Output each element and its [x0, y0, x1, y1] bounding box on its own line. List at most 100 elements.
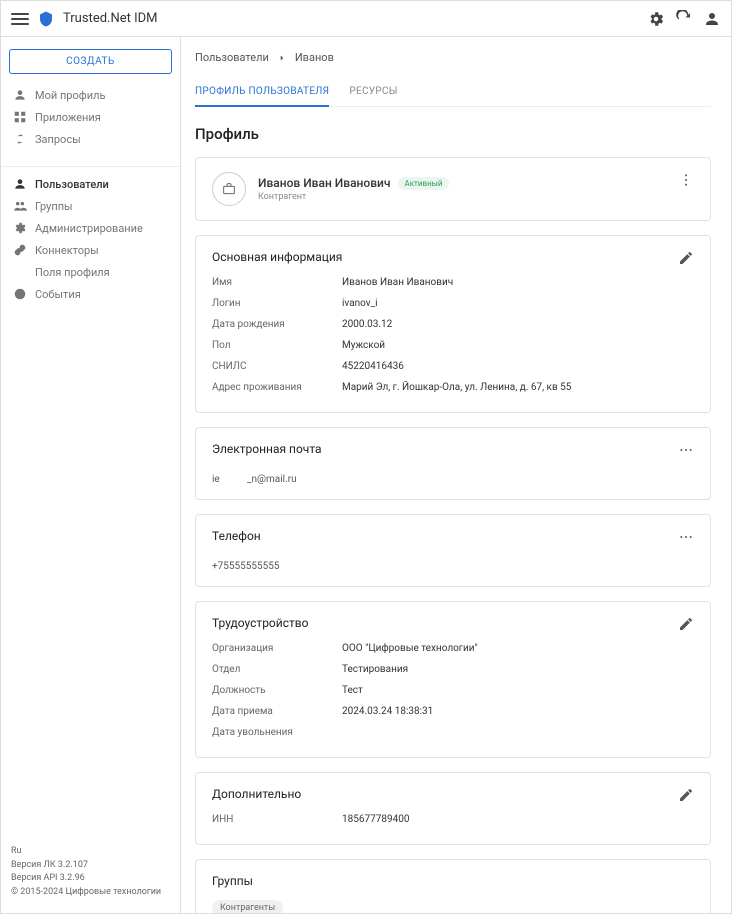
card-title: Трудоустройство — [212, 616, 308, 630]
kv-label: Дата увольнения — [212, 727, 342, 738]
card-head: Телефон — [212, 529, 694, 545]
kv-value: Мужской — [342, 340, 385, 351]
more-horiz-icon[interactable] — [678, 529, 694, 545]
create-button[interactable]: СОЗДАТЬ — [9, 49, 172, 74]
basic-info-card: Основная информация ИмяИванов Иван Ивано… — [195, 235, 711, 413]
kv-value: ivanov_i — [342, 298, 378, 309]
user-header-card: Иванов Иван Иванович Активный Контрагент — [195, 157, 711, 221]
sidebar-item-admin[interactable]: Администрирование — [1, 217, 180, 239]
kv-label: Имя — [212, 277, 342, 288]
app-title: Trusted.Net IDM — [63, 11, 158, 26]
sidebar-item-apps[interactable]: Приложения — [1, 106, 180, 128]
phone-value: +75555555555 — [212, 551, 694, 572]
kv-label: Организация — [212, 643, 342, 654]
email-value: ie _n@mail.ru — [212, 464, 694, 485]
account-icon[interactable] — [703, 10, 721, 28]
kv-value: Тест — [342, 685, 363, 696]
card-head: Трудоустройство — [212, 616, 694, 632]
kv-row: Дата увольнения — [212, 722, 694, 743]
sidebar-footer: Ru Версия ЛК 3.2.107 Версия API 3.2.96 ©… — [1, 839, 180, 905]
sidebar-item-requests[interactable]: Запросы — [1, 128, 180, 150]
list-icon — [13, 265, 27, 279]
sidebar-item-users[interactable]: Пользователи — [1, 173, 180, 195]
kv-value: ООО "Цифровые технологии" — [342, 643, 478, 654]
sidebar-item-events[interactable]: События — [1, 283, 180, 305]
settings-icon[interactable] — [647, 10, 665, 28]
sidebar-item-label: Группы — [35, 200, 73, 213]
kv-value: Марий Эл, г. Йошкар-Ола, ул. Ленина, д. … — [342, 382, 571, 393]
kv-row: Логинivanov_i — [212, 293, 694, 314]
kv-label: Дата рождения — [212, 319, 342, 330]
footer-ver-api: Версия API 3.2.96 — [11, 872, 170, 886]
kv-row: Дата приема2024.03.24 18:38:31 — [212, 701, 694, 722]
layout: СОЗДАТЬ Мой профиль Приложения Запросы П… — [1, 37, 731, 913]
user-icon — [13, 88, 27, 102]
card-title: Основная информация — [212, 250, 342, 264]
kv-row: ИмяИванов Иван Иванович — [212, 272, 694, 293]
edit-icon[interactable] — [678, 616, 694, 632]
edit-icon[interactable] — [678, 250, 694, 266]
groups-card: Группы Контрагенты — [195, 859, 711, 913]
briefcase-icon — [221, 181, 237, 197]
sidebar-item-profile[interactable]: Мой профиль — [1, 84, 180, 106]
tab-profile[interactable]: ПРОФИЛЬ ПОЛЬЗОВАТЕЛЯ — [195, 78, 329, 107]
card-head: Группы — [212, 874, 694, 888]
group-chip[interactable]: Контрагенты — [212, 900, 283, 913]
topbar-right — [647, 10, 721, 28]
kv-value: 2000.03.12 — [342, 319, 392, 330]
card-title: Группы — [212, 874, 253, 888]
kv-label: Адрес проживания — [212, 382, 342, 393]
groups-icon — [13, 199, 27, 213]
sidebar-item-label: Поля профиля — [35, 266, 110, 279]
nav-group-bottom: Пользователи Группы Администрирование Ко… — [1, 173, 180, 305]
extra-card: Дополнительно ИНН185677789400 — [195, 772, 711, 845]
user-name-row: Иванов Иван Иванович Активный — [258, 176, 449, 190]
clock-icon — [13, 287, 27, 301]
breadcrumb-root[interactable]: Пользователи — [195, 51, 269, 64]
edit-icon[interactable] — [678, 787, 694, 803]
refresh-icon[interactable] — [675, 10, 693, 28]
sidebar-item-label: Коннекторы — [35, 244, 99, 257]
footer-ver-lk: Версия ЛК 3.2.107 — [11, 859, 170, 873]
card-head: Дополнительно — [212, 787, 694, 803]
breadcrumb: Пользователи Иванов — [195, 51, 711, 64]
tab-resources[interactable]: РЕСУРСЫ — [349, 78, 397, 106]
email-card: Электронная почта ie _n@mail.ru — [195, 427, 711, 500]
card-head: Основная информация — [212, 250, 694, 266]
card-title: Телефон — [212, 529, 261, 543]
sidebar-item-label: Мой профиль — [35, 89, 105, 102]
kv-label: Должность — [212, 685, 342, 696]
topbar-left: Trusted.Net IDM — [11, 10, 647, 28]
more-vert-icon[interactable] — [678, 172, 694, 188]
gear-icon — [13, 221, 27, 235]
kv-label: Отдел — [212, 664, 342, 675]
card-head: Электронная почта — [212, 442, 694, 458]
menu-icon[interactable] — [11, 10, 29, 28]
phone-card: Телефон +75555555555 — [195, 514, 711, 587]
footer-lang[interactable]: Ru — [11, 845, 170, 859]
kv-row: ИНН185677789400 — [212, 809, 694, 830]
nav-group-top: Мой профиль Приложения Запросы — [1, 84, 180, 150]
kv-label: Дата приема — [212, 706, 342, 717]
breadcrumb-current: Иванов — [295, 51, 334, 64]
kv-label: СНИЛС — [212, 361, 342, 372]
more-horiz-icon[interactable] — [678, 442, 694, 458]
employment-card: Трудоустройство ОрганизацияООО "Цифровые… — [195, 601, 711, 758]
app-logo-icon — [37, 10, 55, 28]
kv-row: ПолМужской — [212, 335, 694, 356]
sidebar-item-connectors[interactable]: Коннекторы — [1, 239, 180, 261]
card-title: Дополнительно — [212, 787, 301, 801]
kv-value: 185677789400 — [342, 814, 409, 825]
kv-value: 2024.03.24 18:38:31 — [342, 706, 433, 717]
topbar: Trusted.Net IDM — [1, 1, 731, 37]
user-icon — [13, 177, 27, 191]
footer-copyright: © 2015-2024 Цифровые технологии — [11, 886, 170, 900]
kv-row: ДолжностьТест — [212, 680, 694, 701]
avatar — [212, 172, 246, 206]
sidebar-item-fields[interactable]: Поля профиля — [1, 261, 180, 283]
kv-label: ИНН — [212, 814, 342, 825]
user-head: Иванов Иван Иванович Активный Контрагент — [212, 172, 694, 206]
tabs: ПРОФИЛЬ ПОЛЬЗОВАТЕЛЯ РЕСУРСЫ — [195, 78, 711, 107]
kv-row: ОрганизацияООО "Цифровые технологии" — [212, 638, 694, 659]
sidebar-item-groups[interactable]: Группы — [1, 195, 180, 217]
